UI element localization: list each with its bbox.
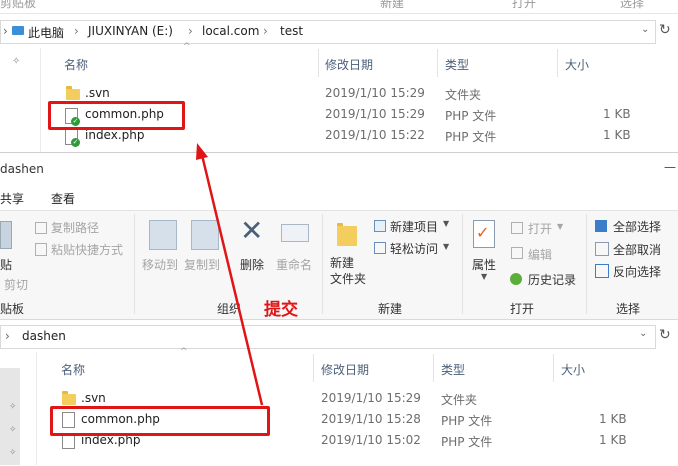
annotation-arrow: [196, 143, 264, 406]
arrow-shaft: [200, 154, 264, 406]
arrow-head: [196, 143, 208, 160]
